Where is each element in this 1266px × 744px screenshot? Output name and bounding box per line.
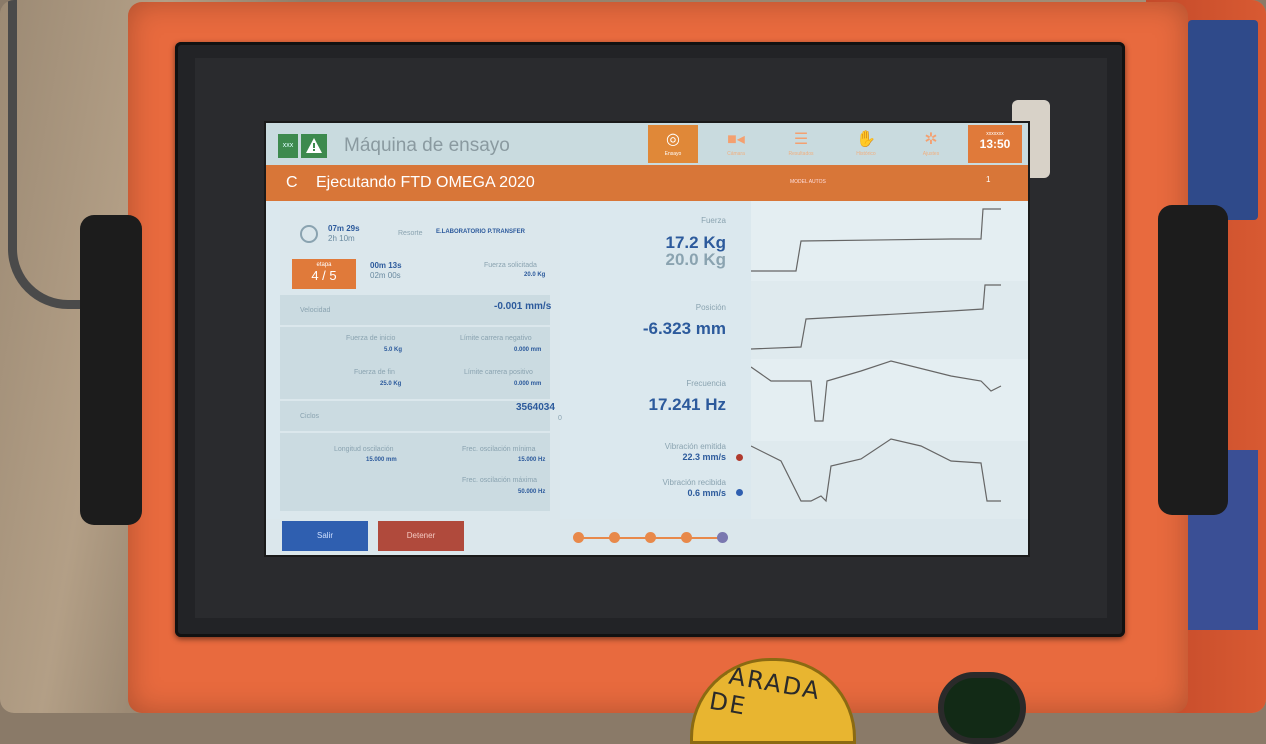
warning-icon <box>306 138 322 153</box>
longitud-value: 15.000 mm <box>366 457 397 463</box>
tab-resultados-label: Resultados <box>788 151 814 157</box>
resort-value: E.LABORATORIO P.TRANSFER <box>436 229 526 235</box>
ciclos-label: Ciclos <box>300 413 320 420</box>
fuerza-solicitada-value: 20.0 Kg <box>524 272 546 278</box>
etapa-value: 4 / 5 <box>311 268 337 283</box>
gear-icon: ✲ <box>924 131 938 148</box>
frecuencia-label: Frecuencia <box>686 379 726 388</box>
step-5 <box>717 532 728 543</box>
vib-emitida-label: Vibración emitida <box>664 442 726 451</box>
trend-charts-svg <box>751 201 1028 519</box>
left-panel <box>280 207 560 519</box>
velocidad-value: -0.001 mm/s <box>494 301 552 312</box>
frec-max-label: Frec. oscilación máxima <box>462 477 538 484</box>
step-4 <box>681 532 692 543</box>
fuerza-label: Fuerza <box>701 216 726 225</box>
touch-screen: xxx Máquina de ensayo ◎ Ensayo ■◂ Cámara ☰… <box>266 123 1028 555</box>
detener-button[interactable]: Detener <box>378 521 464 551</box>
salir-button[interactable]: Salir <box>282 521 368 551</box>
vib-recibida-dot <box>736 489 743 496</box>
time-total: 2h 10m <box>328 234 355 243</box>
cable <box>8 0 87 309</box>
fuerza-fin-label: Fuerza de fin <box>354 369 395 376</box>
etapa-time-total: 02m 00s <box>370 271 401 280</box>
tab-ensayo-label: Ensayo <box>664 151 682 157</box>
trend-charts <box>751 201 1028 519</box>
step-3 <box>645 532 656 543</box>
frecuencia-value: 17.241 Hz <box>648 395 727 414</box>
fuerza-inicio-value: 5.0 Kg <box>384 347 403 353</box>
tab-historico-label: Histórico <box>856 151 876 157</box>
clock: xxxxxxx 13:50 <box>968 125 1022 163</box>
vib-emitida-dot <box>736 454 743 461</box>
frec-max-value: 50.000 Hz <box>518 489 546 495</box>
vib-emitida-value: 22.3 mm/s <box>682 452 726 462</box>
step-1 <box>573 532 584 543</box>
status-bar: C Ejecutando FTD OMEGA 2020 MODEL AUTOS … <box>266 165 1028 201</box>
ciclos-value: 3564034 <box>516 402 555 413</box>
vib-recibida-label: Vibración recibida <box>662 478 726 487</box>
tab-camara[interactable]: ■◂ Cámara <box>711 125 761 163</box>
frec-min-value: 15.000 Hz <box>518 457 546 463</box>
bottom-bar: Salir Detener <box>266 519 1028 555</box>
menu-icon: ☰ <box>793 131 809 148</box>
clock-time: 13:50 <box>979 137 1011 151</box>
frec-min-label: Frec. oscilación mínima <box>462 446 536 453</box>
tab-historico[interactable]: ✋ Histórico <box>841 125 891 163</box>
green-start-button[interactable] <box>938 672 1026 744</box>
warning-button[interactable] <box>301 134 327 158</box>
top-bar: xxx Máquina de ensayo ◎ Ensayo ■◂ Cámara ☰… <box>266 123 1028 165</box>
fuerza-target: 20.0 Kg <box>665 250 726 269</box>
step-2 <box>609 532 620 543</box>
status-mode: MODEL AUTOS <box>790 179 826 185</box>
status-prefix: C <box>286 174 298 191</box>
fuerza-fin-value: 25.0 Kg <box>380 381 402 387</box>
tab-ajustes[interactable]: ✲ Ajustes <box>906 125 956 163</box>
target-icon: ◎ <box>666 131 680 148</box>
camera-icon: ■◂ <box>727 131 745 148</box>
status-number: 1 <box>986 175 991 184</box>
time-elapsed: 07m 29s <box>328 224 360 233</box>
posicion-value: -6.323 mm <box>642 319 726 338</box>
etapa-time-elapsed: 00m 13s <box>370 261 402 270</box>
tab-ajustes-label: Ajustes <box>922 151 940 157</box>
right-handle <box>1158 205 1228 515</box>
velocidad-label: Velocidad <box>300 307 331 314</box>
left-handle <box>80 215 142 525</box>
fuerza-solicitada-label: Fuerza solicitada <box>484 262 537 269</box>
resort-label: Resorte <box>398 230 423 237</box>
tab-camara-label: Cámara <box>727 151 745 157</box>
limite-negativo-label: Límite carrera negativo <box>460 335 532 342</box>
timer-icon <box>300 225 318 243</box>
limite-positivo-value: 0.000 mm <box>514 381 542 387</box>
status-title: Ejecutando FTD OMEGA 2020 <box>316 174 535 191</box>
tab-ensayo[interactable]: ◎ Ensayo <box>648 125 698 163</box>
blue-panel <box>1188 20 1258 220</box>
etapa-badge: etapa 4 / 5 <box>292 259 356 289</box>
app-title: Máquina de ensayo <box>344 135 510 156</box>
longitud-label: Longitud oscilación <box>334 446 394 453</box>
fuerza-inicio-label: Fuerza de inicio <box>346 335 396 342</box>
ciclos-sub: 0 <box>558 415 562 422</box>
hand-icon: ✋ <box>856 131 876 148</box>
limite-negativo-value: 0.000 mm <box>514 347 542 353</box>
tab-resultados[interactable]: ☰ Resultados <box>776 125 826 163</box>
limite-positivo-label: Límite carrera positivo <box>464 369 533 376</box>
vib-recibida-value: 0.6 mm/s <box>687 488 726 498</box>
status-indicator[interactable]: xxx <box>278 134 298 158</box>
posicion-label: Posición <box>695 303 726 312</box>
